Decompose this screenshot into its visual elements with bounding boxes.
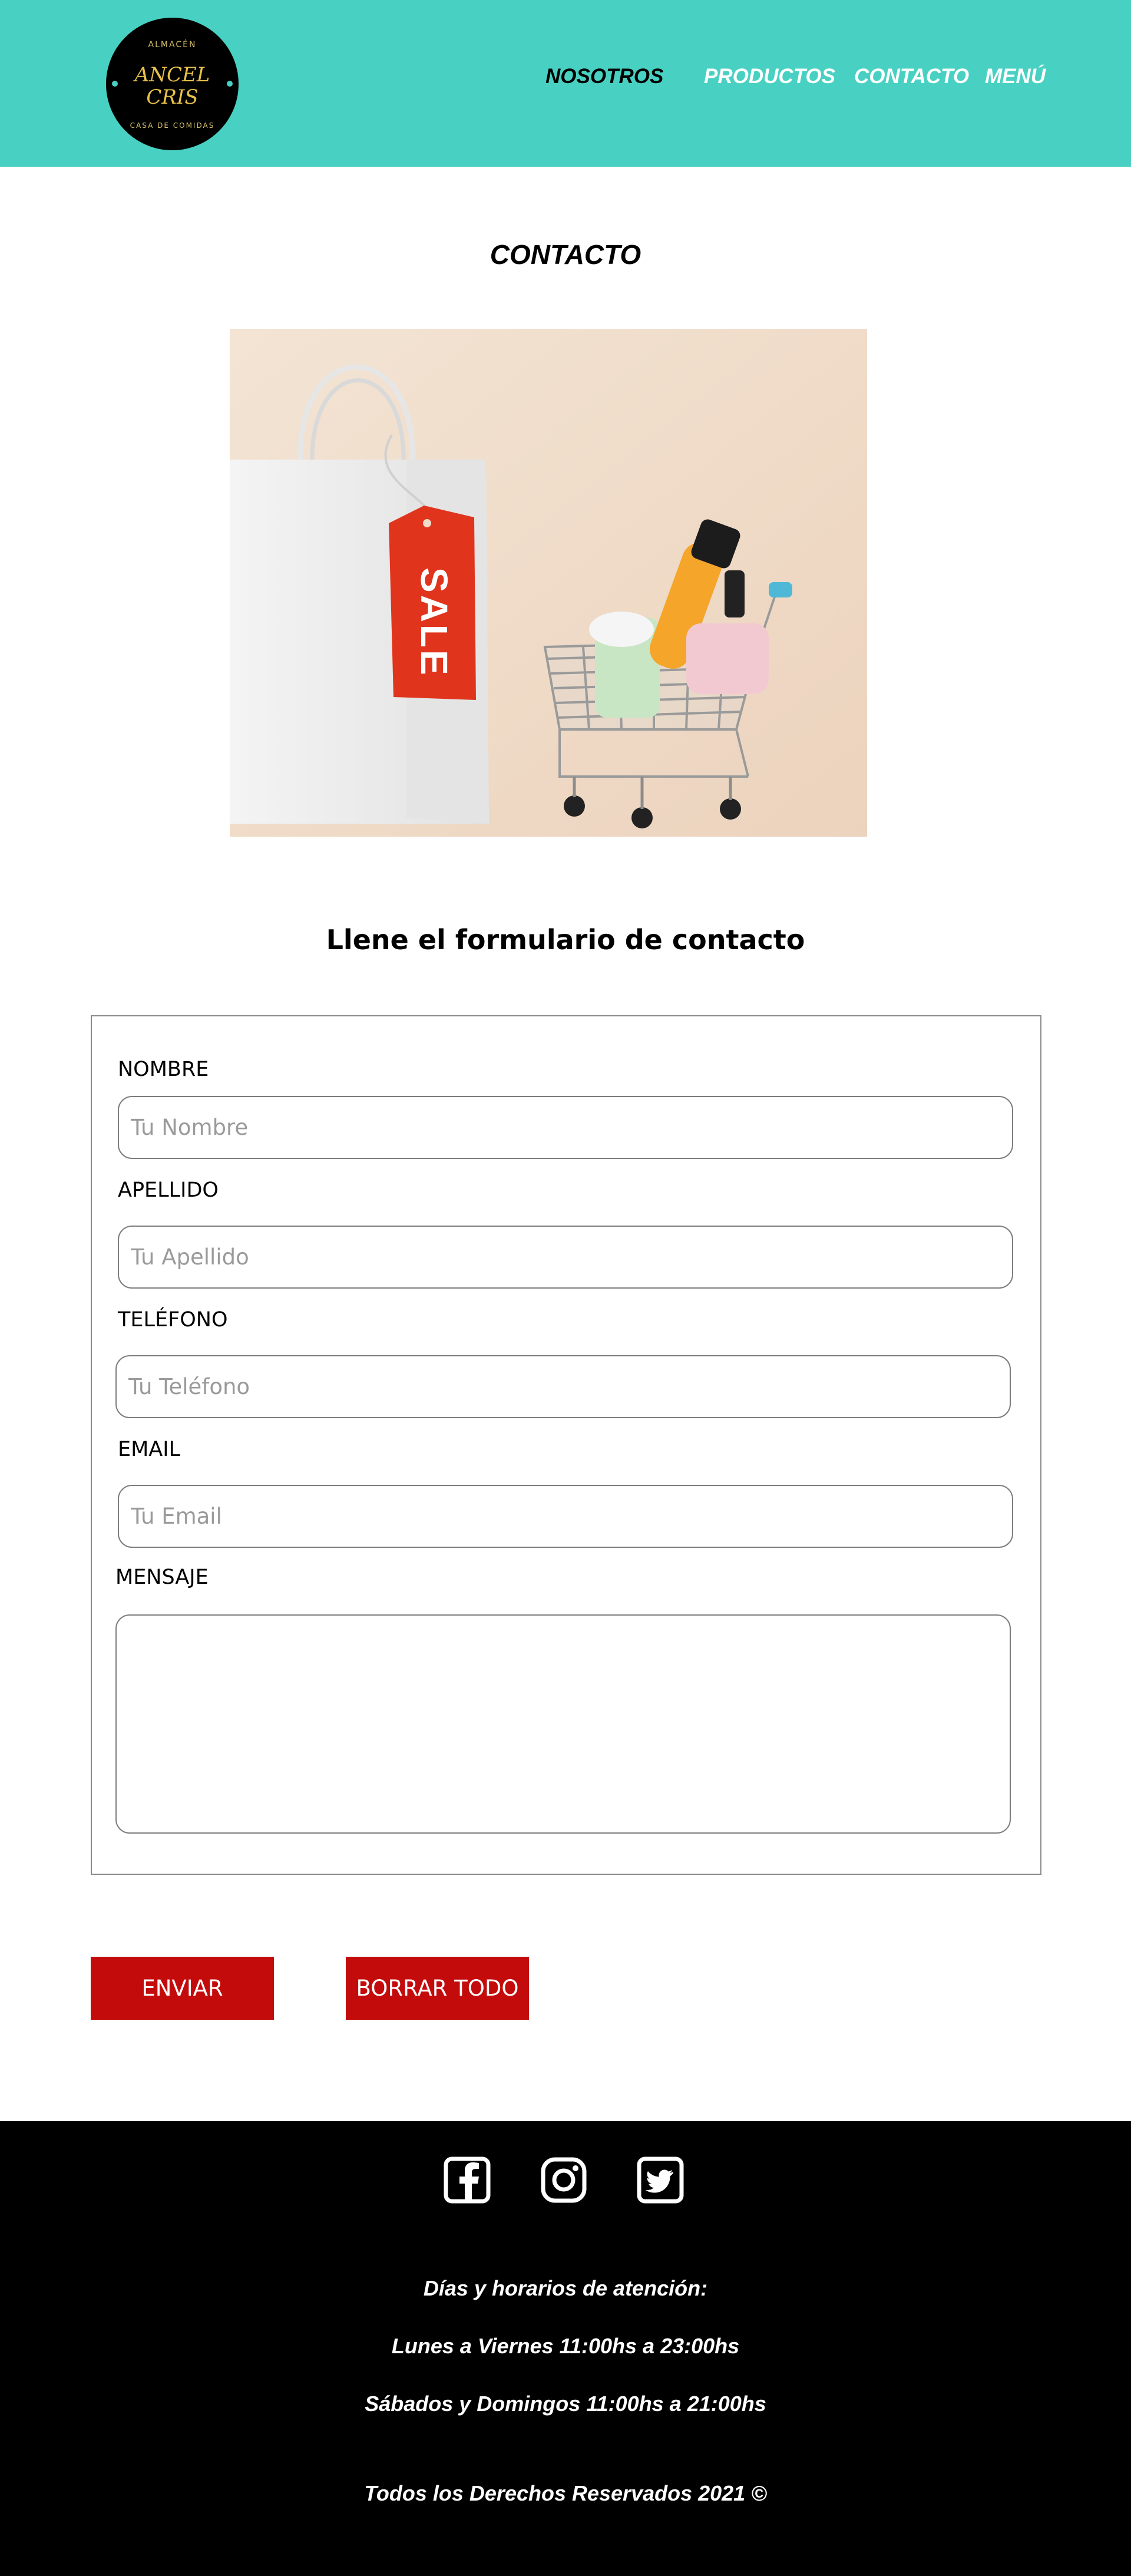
mensaje-label: MENSAJE [115,1566,209,1589]
weekend-hours: Sábados y Domingos 11:00hs a 21:00hs [365,2392,766,2416]
nav-link-menu[interactable]: MENÚ [985,65,1046,88]
logo-dot-left [112,81,118,87]
apellido-label: APELLIDO [118,1178,219,1202]
logo-dot-right [227,81,233,87]
twitter-icon[interactable] [637,2156,684,2204]
brand-logo[interactable]: ALMACÉN ANCEL CRIS CASA DE COMIDAS [106,18,239,150]
shopping-bag-cart-illustration: SALE [230,329,867,837]
nav-link-nosotros[interactable]: NOSOTROS [545,65,663,88]
nombre-input[interactable] [118,1096,1013,1159]
hours-title: Días y horarios de atención: [423,2276,708,2300]
reset-button[interactable]: BORRAR TODO [346,1957,529,2020]
nombre-label: NOMBRE [118,1058,209,1081]
hero-image: SALE [230,329,867,837]
telefono-label: TELÉFONO [118,1308,228,1332]
logo-name: ANCEL CRIS [106,64,239,108]
form-subtitle: Llene el formulario de contacto [326,924,805,956]
logo-top-text: ALMACÉN [148,40,197,49]
email-label: EMAIL [118,1438,181,1461]
submit-button[interactable]: ENVIAR [91,1957,274,2020]
logo-bottom-text: CASA DE COMIDAS [130,121,215,130]
mensaje-textarea[interactable] [115,1614,1011,1834]
logo-line-2: CRIS [146,85,199,109]
nav-link-contacto[interactable]: CONTACTO [854,65,969,88]
apellido-input[interactable] [118,1226,1013,1289]
logo-line-1: ANCEL [134,63,210,87]
site-footer: Días y horarios de atención: Lunes a Vie… [0,2121,1131,2576]
email-input[interactable] [118,1485,1013,1548]
copyright-text: Todos los Derechos Reservados 2021 © [364,2481,767,2505]
site-header: ALMACÉN ANCEL CRIS CASA DE COMIDAS NOSOT… [0,0,1131,167]
weekday-hours: Lunes a Viernes 11:00hs a 23:00hs [391,2334,740,2358]
contact-form: NOMBRE APELLIDO TELÉFONO EMAIL MENSAJE [91,1015,1041,1875]
telefono-input[interactable] [115,1355,1011,1418]
sale-tag-text: SALE [413,567,455,678]
facebook-icon[interactable] [444,2156,491,2204]
page-title: CONTACTO [490,239,641,270]
instagram-icon[interactable] [540,2156,587,2204]
nav-link-productos[interactable]: PRODUCTOS [704,65,835,88]
